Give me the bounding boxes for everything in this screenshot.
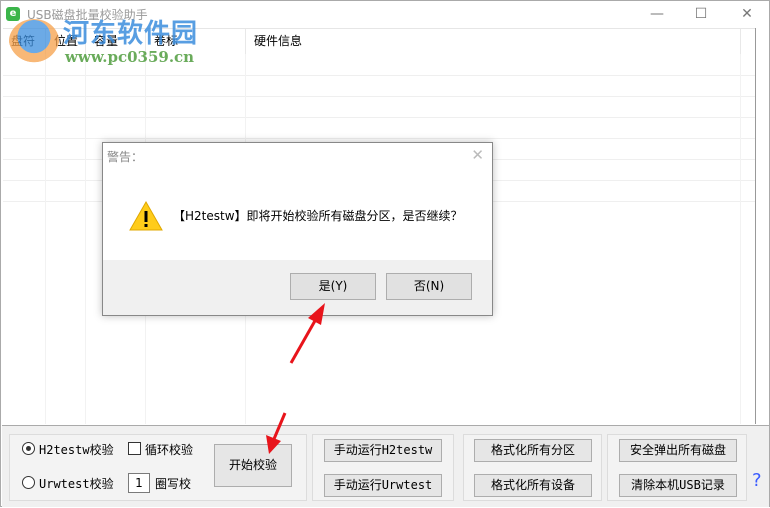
arrow-to-start bbox=[266, 412, 287, 454]
main-window: e USB磁盘批量校验助手 — ☐ ✕ 盘符 位置 容量 卷标 硬件信息 河东软… bbox=[0, 0, 770, 507]
arrow-to-yes bbox=[289, 303, 325, 364]
annotation-arrows bbox=[266, 303, 325, 454]
